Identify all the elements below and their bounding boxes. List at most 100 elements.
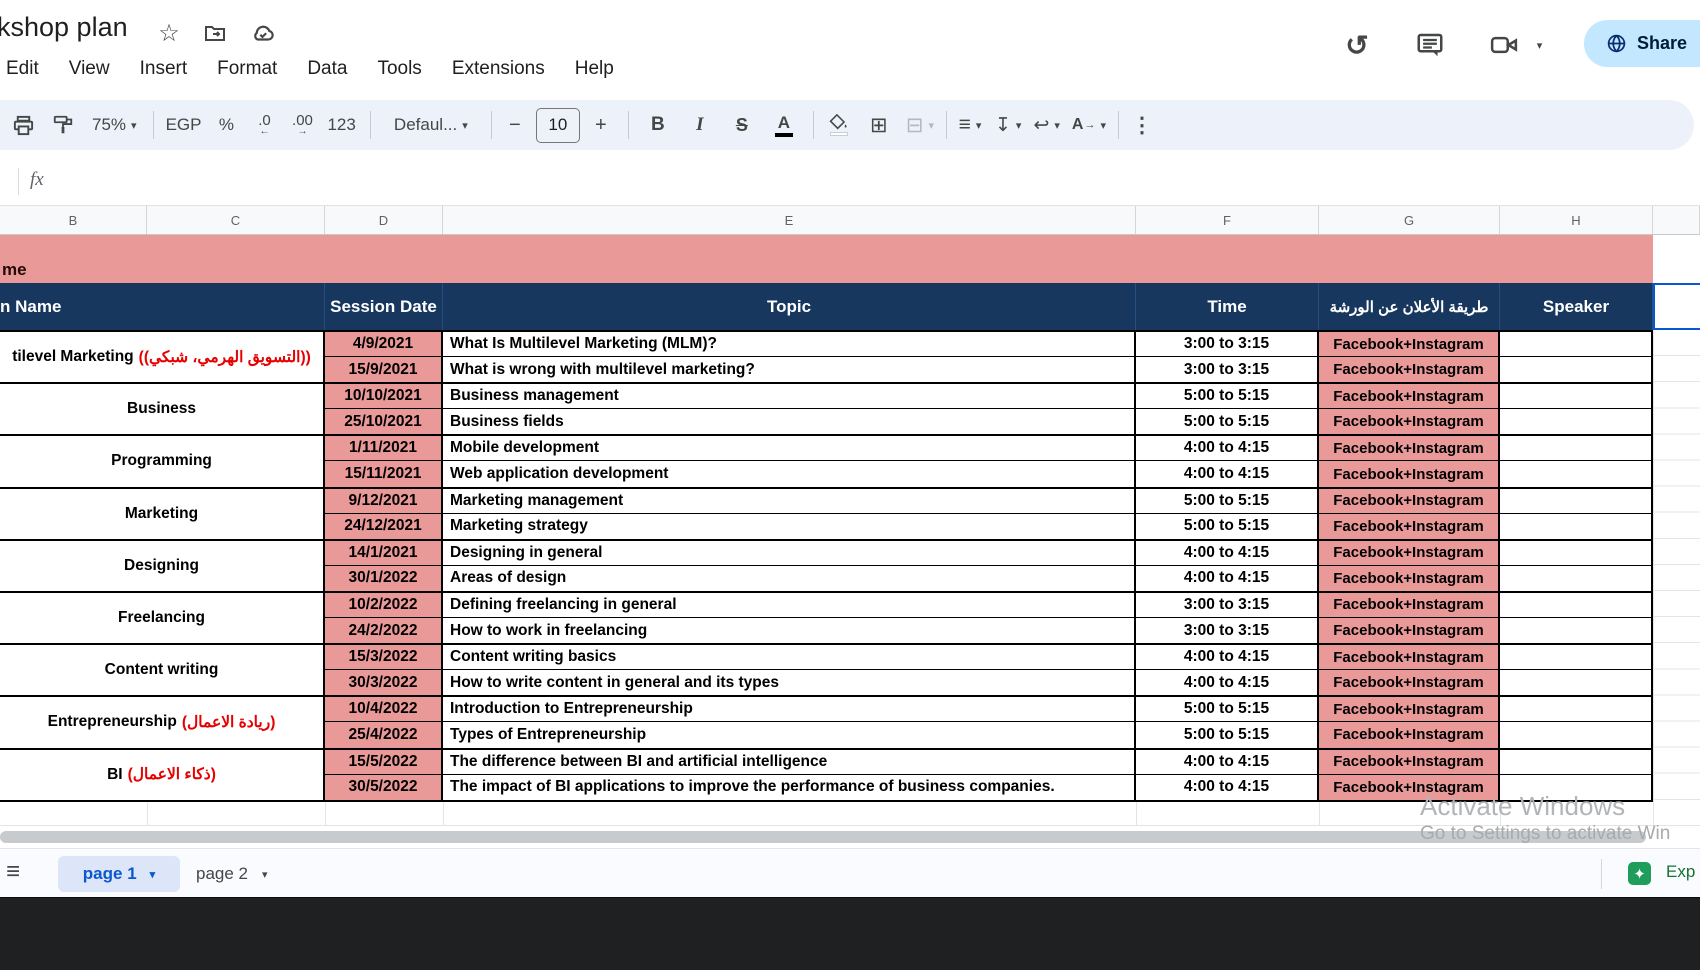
banner-row[interactable]: me (0, 235, 1653, 283)
date-cell[interactable]: 15/11/2021 (325, 461, 443, 487)
time-cell[interactable]: 3:00 to 3:15 (1136, 618, 1319, 644)
ad-cell[interactable]: Facebook+Instagram (1319, 409, 1500, 435)
ad-cell[interactable]: Facebook+Instagram (1319, 461, 1500, 487)
column-header-D[interactable]: D (325, 206, 443, 234)
video-call-icon[interactable] (1486, 27, 1522, 63)
move-folder-icon[interactable] (202, 20, 228, 46)
ad-cell[interactable]: Facebook+Instagram (1319, 722, 1500, 748)
vertical-align-icon[interactable]: ↧ ▾ (995, 107, 1021, 143)
session-name-cell[interactable]: Content writing (0, 645, 325, 696)
ad-cell[interactable]: Facebook+Instagram (1319, 332, 1500, 358)
paint-format-icon[interactable] (50, 107, 76, 143)
ad-cell[interactable]: Facebook+Instagram (1319, 436, 1500, 462)
decrease-font-size-button[interactable]: − (502, 107, 528, 143)
topic-cell[interactable]: The impact of BI applications to improve… (443, 774, 1136, 800)
bold-button[interactable]: B (645, 107, 671, 143)
ad-cell[interactable]: Facebook+Instagram (1319, 697, 1500, 723)
ad-cell[interactable]: Facebook+Instagram (1319, 357, 1500, 383)
sheet-tab-page1[interactable]: page 1 ▾ (58, 856, 180, 892)
number-format-button[interactable]: 123 (327, 107, 355, 143)
sheet-tab-page2[interactable]: page 2 ▾ (196, 856, 268, 892)
session-name-cell[interactable]: Business (0, 384, 325, 435)
topic-cell[interactable]: How to work in freelancing (443, 618, 1136, 644)
speaker-cell[interactable] (1500, 592, 1653, 619)
date-cell[interactable]: 4/9/2021 (325, 332, 443, 358)
session-name-cell[interactable]: Entrepreneurship (ريادة الاعمال) (0, 697, 325, 748)
font-select[interactable]: Defaul... ▾ (383, 107, 479, 143)
ad-cell[interactable]: Facebook+Instagram (1319, 645, 1500, 671)
menu-item-view[interactable]: View (54, 58, 125, 80)
percent-format-button[interactable]: % (213, 107, 239, 143)
column-header-C[interactable]: C (147, 206, 325, 234)
menu-item-insert[interactable]: Insert (125, 58, 203, 80)
date-cell[interactable]: 24/2/2022 (325, 618, 443, 644)
time-cell[interactable]: 4:00 to 4:15 (1136, 565, 1319, 591)
time-cell[interactable]: 4:00 to 4:15 (1136, 540, 1319, 566)
column-header-F[interactable]: F (1136, 206, 1319, 234)
speaker-cell[interactable] (1500, 332, 1653, 358)
header-session-name[interactable]: n Name (0, 283, 325, 330)
decrease-decimal-button[interactable]: .0 ← (251, 107, 277, 143)
speaker-cell[interactable] (1500, 488, 1653, 514)
speaker-cell[interactable] (1500, 357, 1653, 383)
topic-cell[interactable]: Mobile development (443, 436, 1136, 462)
topic-cell[interactable]: What Is Multilevel Marketing (MLM)? (443, 332, 1136, 358)
date-cell[interactable]: 10/10/2021 (325, 384, 443, 410)
session-name-cell[interactable]: Marketing (0, 488, 325, 539)
ad-cell[interactable]: Facebook+Instagram (1319, 749, 1500, 775)
time-cell[interactable]: 3:00 to 3:15 (1136, 357, 1319, 383)
time-cell[interactable]: 5:00 to 5:15 (1136, 513, 1319, 539)
date-cell[interactable]: 1/11/2021 (325, 436, 443, 462)
speaker-cell[interactable] (1500, 565, 1653, 591)
star-icon[interactable]: ☆ (156, 20, 182, 47)
time-cell[interactable]: 4:00 to 4:15 (1136, 774, 1319, 800)
date-cell[interactable]: 30/3/2022 (325, 670, 443, 696)
zoom-select[interactable]: 75% ▾ (92, 107, 137, 143)
topic-cell[interactable]: What is wrong with multilevel marketing? (443, 357, 1136, 383)
time-cell[interactable]: 4:00 to 4:15 (1136, 749, 1319, 775)
column-header-B[interactable]: B (0, 206, 147, 234)
menu-item-tools[interactable]: Tools (362, 58, 436, 80)
topic-cell[interactable]: The difference between BI and artificial… (443, 749, 1136, 775)
topic-cell[interactable]: Content writing basics (443, 645, 1136, 671)
formula-bar[interactable]: fx (0, 158, 1700, 206)
speaker-cell[interactable] (1500, 697, 1653, 723)
time-cell[interactable]: 5:00 to 5:15 (1136, 488, 1319, 514)
topic-cell[interactable]: Marketing strategy (443, 513, 1136, 539)
speaker-cell[interactable] (1500, 618, 1653, 644)
ad-cell[interactable]: Facebook+Instagram (1319, 565, 1500, 591)
increase-font-size-button[interactable]: + (588, 107, 614, 143)
header-session-date[interactable]: Session Date (325, 283, 443, 330)
menu-item-format[interactable]: Format (202, 58, 292, 80)
speaker-cell[interactable] (1500, 384, 1653, 410)
speaker-cell[interactable] (1500, 436, 1653, 462)
topic-cell[interactable]: Designing in general (443, 540, 1136, 566)
selected-cell-indicator[interactable] (1653, 283, 1700, 330)
topic-cell[interactable]: How to write content in general and its … (443, 670, 1136, 696)
time-cell[interactable]: 5:00 to 5:15 (1136, 409, 1319, 435)
menu-item-edit[interactable]: Edit (0, 58, 54, 80)
topic-cell[interactable]: Web application development (443, 461, 1136, 487)
time-cell[interactable]: 5:00 to 5:15 (1136, 722, 1319, 748)
date-cell[interactable]: 15/9/2021 (325, 357, 443, 383)
speaker-cell[interactable] (1500, 461, 1653, 487)
time-cell[interactable]: 4:00 to 4:15 (1136, 670, 1319, 696)
ad-cell[interactable]: Facebook+Instagram (1319, 670, 1500, 696)
date-cell[interactable]: 10/2/2022 (325, 592, 443, 619)
ad-cell[interactable]: Facebook+Instagram (1319, 592, 1500, 619)
date-cell[interactable]: 24/12/2021 (325, 513, 443, 539)
share-button[interactable]: Share (1584, 20, 1700, 67)
currency-egp-button[interactable]: EGP (166, 107, 202, 143)
text-color-button[interactable]: A (771, 107, 797, 143)
time-cell[interactable]: 5:00 to 5:15 (1136, 697, 1319, 723)
date-cell[interactable]: 25/4/2022 (325, 722, 443, 748)
menu-item-extensions[interactable]: Extensions (437, 58, 560, 80)
print-icon[interactable] (10, 107, 36, 143)
header-speaker[interactable]: Speaker (1500, 283, 1653, 330)
topic-cell[interactable]: Types of Entrepreneurship (443, 722, 1136, 748)
session-name-cell[interactable]: Programming (0, 436, 325, 487)
date-cell[interactable]: 15/3/2022 (325, 645, 443, 671)
menu-item-data[interactable]: Data (292, 58, 362, 80)
column-header-E[interactable]: E (443, 206, 1136, 234)
session-name-cell[interactable]: tilevel Marketing ((التسويق الهرمي، شبكي)… (0, 332, 325, 383)
